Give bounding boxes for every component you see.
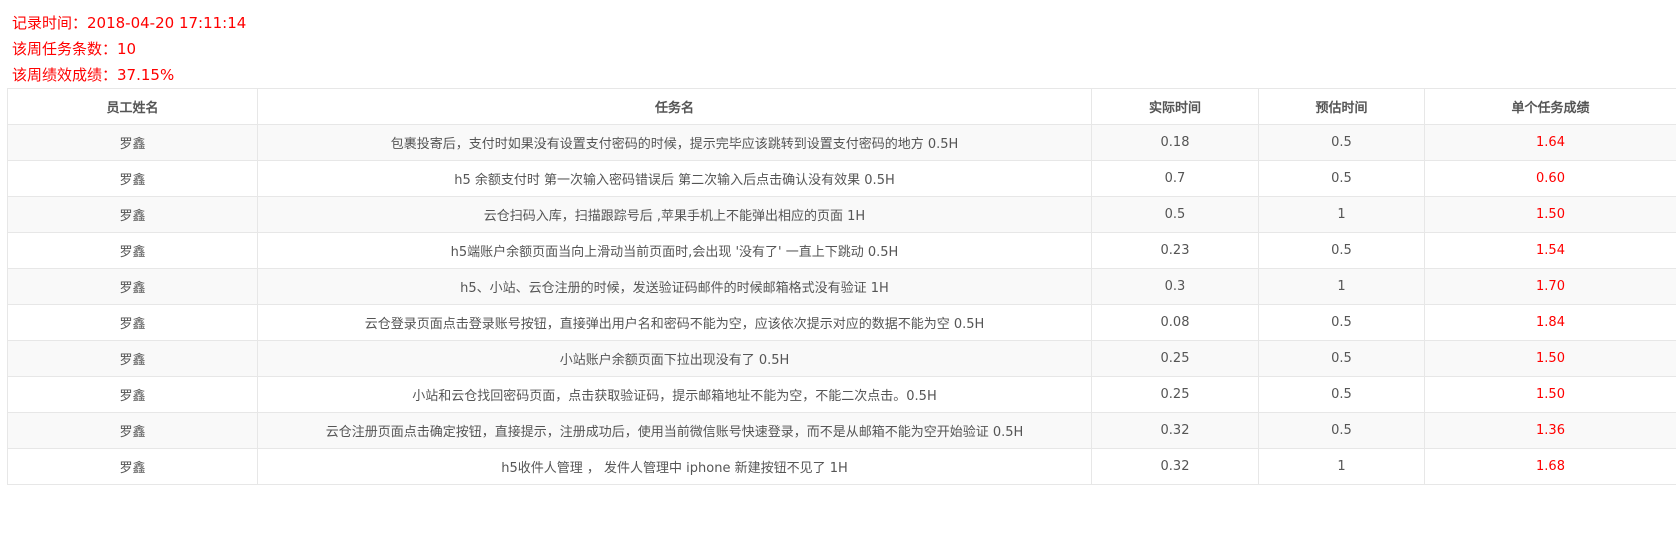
cell-task-name: 云仓注册页面点击确定按钮，直接提示，注册成功后，使用当前微信账号快速登录，而不是… [257,412,1092,449]
cell-actual-time: 0.32 [1091,412,1259,449]
cell-task-score: 1.50 [1424,376,1676,413]
table-row: 罗鑫 云仓扫码入库，扫描跟踪号后 ,苹果手机上不能弹出相应的页面 1H 0.5 1 1.… [7,196,1676,233]
cell-task-score: 1.50 [1424,340,1676,377]
cell-estimated-time: 0.5 [1258,340,1425,377]
cell-employee-name: 罗鑫 [7,412,258,449]
cell-employee-name: 罗鑫 [7,304,258,341]
cell-actual-time: 0.5 [1091,196,1259,233]
cell-task-score: 1.54 [1424,232,1676,269]
table-header-row: 员工姓名 任务名 实际时间 预估时间 单个任务成绩 [7,88,1676,125]
cell-employee-name: 罗鑫 [7,160,258,197]
cell-task-score: 1.50 [1424,196,1676,233]
cell-employee-name: 罗鑫 [7,448,258,485]
weekly-performance-score: 该周绩效成绩：37.15% [12,66,175,84]
cell-estimated-time: 1 [1258,448,1425,485]
table-row: 罗鑫 云仓注册页面点击确定按钮，直接提示，注册成功后，使用当前微信账号快速登录，而… [7,412,1676,449]
cell-estimated-time: 1 [1258,268,1425,305]
cell-employee-name: 罗鑫 [7,196,258,233]
cell-actual-time: 0.25 [1091,340,1259,377]
cell-task-name: 包裹投寄后，支付时如果没有设置支付密码的时候，提示完毕应该跳转到设置支付密码的地… [257,124,1092,161]
table-body: 罗鑫 包裹投寄后，支付时如果没有设置支付密码的时候，提示完毕应该跳转到设置支付密码… [7,124,1676,485]
cell-actual-time: 0.23 [1091,232,1259,269]
cell-task-name: h5收件人管理 ， 发件人管理中 iphone 新建按钮不见了 1H [257,448,1092,485]
cell-estimated-time: 0.5 [1258,412,1425,449]
table-row: 罗鑫 h5收件人管理 ， 发件人管理中 iphone 新建按钮不见了 1H 0.32… [7,448,1676,485]
cell-task-name: 云仓登录页面点击登录账号按钮，直接弹出用户名和密码不能为空，应该依次提示对应的数… [257,304,1092,341]
header-estimated-time: 预估时间 [1258,88,1425,125]
cell-task-score: 1.64 [1424,124,1676,161]
header-employee-name: 员工姓名 [7,88,258,125]
cell-actual-time: 0.3 [1091,268,1259,305]
cell-estimated-time: 0.5 [1258,232,1425,269]
cell-employee-name: 罗鑫 [7,340,258,377]
cell-task-score: 1.70 [1424,268,1676,305]
cell-actual-time: 0.18 [1091,124,1259,161]
record-time: 记录时间：2018-04-20 17:11:14 [12,14,247,32]
table-row: 罗鑫 小站账户余额页面下拉出现没有了 0.5H 0.25 0.5 1.50 [7,340,1676,377]
cell-employee-name: 罗鑫 [7,268,258,305]
cell-task-score: 1.36 [1424,412,1676,449]
weekly-task-count: 该周任务条数：10 [12,40,137,58]
table-row: 罗鑫 小站和云仓找回密码页面，点击获取验证码，提示邮箱地址不能为空，不能二次点击。… [7,376,1676,413]
weekly-summary: 记录时间：2018-04-20 17:11:14 该周任务条数：10 该周绩效成… [12,10,246,88]
cell-actual-time: 0.7 [1091,160,1259,197]
cell-estimated-time: 0.5 [1258,376,1425,413]
cell-employee-name: 罗鑫 [7,232,258,269]
header-task-name: 任务名 [257,88,1092,125]
table-row: 罗鑫 h5端账户余额页面当向上滑动当前页面时,会出现 '没有了' 一直上下跳动 0… [7,232,1676,269]
cell-task-name: h5 余额支付时 第一次输入密码错误后 第二次输入后点击确认没有效果 0.5H [257,160,1092,197]
cell-estimated-time: 0.5 [1258,304,1425,341]
cell-actual-time: 0.08 [1091,304,1259,341]
cell-actual-time: 0.25 [1091,376,1259,413]
cell-employee-name: 罗鑫 [7,124,258,161]
table-row: 罗鑫 云仓登录页面点击登录账号按钮，直接弹出用户名和密码不能为空，应该依次提示对应… [7,304,1676,341]
cell-estimated-time: 0.5 [1258,160,1425,197]
header-actual-time: 实际时间 [1091,88,1259,125]
cell-actual-time: 0.32 [1091,448,1259,485]
cell-task-score: 1.84 [1424,304,1676,341]
cell-estimated-time: 1 [1258,196,1425,233]
table-row: 罗鑫 包裹投寄后，支付时如果没有设置支付密码的时候，提示完毕应该跳转到设置支付密码… [7,124,1676,161]
cell-task-name: 小站和云仓找回密码页面，点击获取验证码，提示邮箱地址不能为空，不能二次点击。0.… [257,376,1092,413]
cell-task-score: 1.68 [1424,448,1676,485]
cell-task-score: 0.60 [1424,160,1676,197]
cell-task-name: h5、小站、云仓注册的时候，发送验证码邮件的时候邮箱格式没有验证 1H [257,268,1092,305]
header-task-score: 单个任务成绩 [1424,88,1676,125]
cell-estimated-time: 0.5 [1258,124,1425,161]
table-row: 罗鑫 h5、小站、云仓注册的时候，发送验证码邮件的时候邮箱格式没有验证 1H 0.3… [7,268,1676,305]
table-header: 员工姓名 任务名 实际时间 预估时间 单个任务成绩 [7,88,1676,125]
table-row: 罗鑫 h5 余额支付时 第一次输入密码错误后 第二次输入后点击确认没有效果 0.5… [7,160,1676,197]
cell-task-name: h5端账户余额页面当向上滑动当前页面时,会出现 '没有了' 一直上下跳动 0.5… [257,232,1092,269]
task-performance-table: 员工姓名 任务名 实际时间 预估时间 单个任务成绩 罗鑫 包裹投寄后，支付时如果没… [7,88,1676,485]
cell-task-name: 云仓扫码入库，扫描跟踪号后 ,苹果手机上不能弹出相应的页面 1H [257,196,1092,233]
cell-task-name: 小站账户余额页面下拉出现没有了 0.5H [257,340,1092,377]
cell-employee-name: 罗鑫 [7,376,258,413]
